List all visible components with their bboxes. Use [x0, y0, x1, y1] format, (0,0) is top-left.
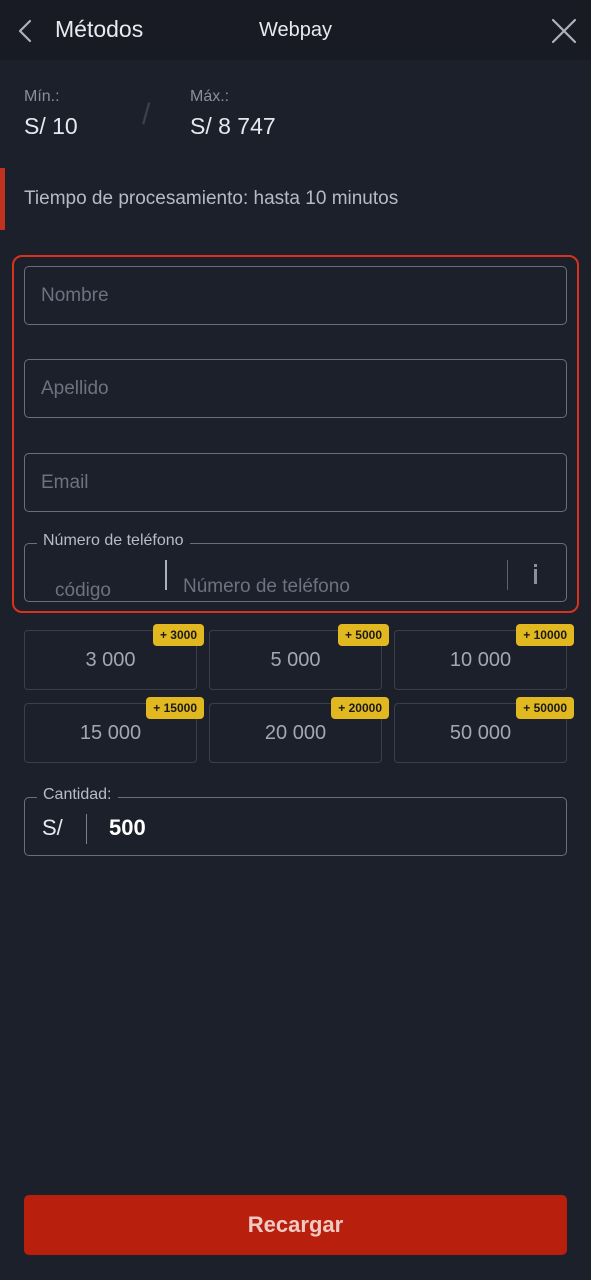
last-name-field[interactable] — [24, 359, 567, 418]
close-icon — [551, 18, 577, 44]
amount-legend: Cantidad: — [37, 786, 118, 804]
first-name-field[interactable] — [24, 266, 567, 325]
info-button[interactable] — [525, 558, 547, 590]
bonus-badge: + 5000 — [337, 624, 389, 646]
amount-option-label: 15 000 — [79, 722, 142, 744]
currency-divider — [86, 814, 87, 844]
info-icon — [534, 564, 537, 584]
amount-option-3000[interactable]: 3 000 + 3000 — [24, 624, 204, 690]
close-button[interactable] — [549, 16, 579, 46]
email-input[interactable] — [25, 454, 566, 511]
amount-option-label: 5 000 — [270, 649, 321, 671]
phone-legend: Número de teléfono — [37, 532, 190, 550]
min-label: Mín.: — [24, 88, 60, 105]
last-name-input[interactable] — [25, 360, 566, 417]
processing-notice: Tiempo de procesamiento: hasta 10 minuto… — [0, 168, 591, 230]
max-value: S/ 8 747 — [190, 113, 276, 139]
amount-option-15000[interactable]: 15 000 + 15000 — [24, 697, 204, 763]
bonus-badge: + 3000 — [152, 624, 204, 646]
amount-option-20000[interactable]: 20 000 + 20000 — [209, 697, 389, 763]
amount-option-10000[interactable]: 10 000 + 10000 — [394, 624, 574, 690]
max-label: Máx.: — [190, 88, 230, 105]
recargar-button[interactable]: Recargar — [24, 1195, 567, 1255]
bonus-badge: + 10000 — [516, 624, 574, 646]
amount-input[interactable] — [97, 810, 497, 846]
amount-option-label: 20 000 — [264, 722, 327, 744]
processing-text: Tiempo de procesamiento: hasta 10 minuto… — [24, 188, 399, 209]
page-title: Webpay — [258, 19, 332, 41]
amount-option-50000[interactable]: 50 000 + 50000 — [394, 697, 574, 763]
phone-field[interactable]: Número de teléfono — [24, 532, 591, 619]
email-field[interactable] — [24, 453, 567, 512]
amount-option-5000[interactable]: 5 000 + 5000 — [209, 624, 389, 690]
top-bar: Métodos Webpay — [0, 0, 591, 60]
amount-options: 3 000 + 3000 5 000 + 5000 10 000 + 10000… — [24, 624, 574, 763]
amount-option-label: 3 000 — [85, 649, 136, 671]
min-value: S/ 10 — [24, 113, 78, 139]
bonus-badge: + 50000 — [516, 697, 574, 719]
limits-panel: Mín.: S/ 10 / Máx.: S/ 8 747 — [24, 88, 564, 148]
amount-option-label: 10 000 — [449, 649, 512, 671]
notice-accent-bar — [0, 168, 5, 230]
currency-symbol: S/ — [42, 815, 63, 840]
bonus-badge: + 15000 — [146, 697, 204, 719]
limits-separator: / — [142, 98, 151, 131]
phone-info-divider — [507, 560, 508, 590]
amount-field[interactable]: Cantidad: S/ — [24, 786, 567, 856]
bonus-badge: + 20000 — [331, 697, 389, 719]
amount-option-label: 50 000 — [449, 722, 512, 744]
first-name-input[interactable] — [25, 267, 566, 324]
